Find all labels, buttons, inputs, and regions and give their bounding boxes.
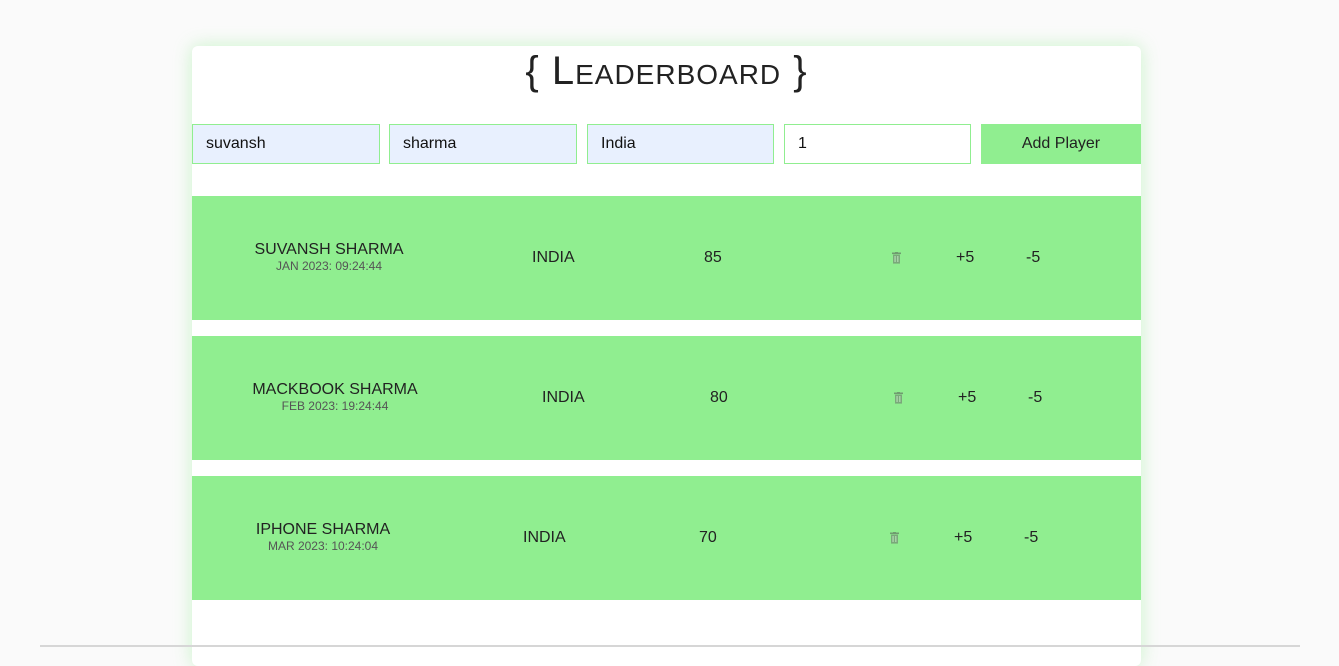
- decrease-score-button[interactable]: -5: [1028, 389, 1042, 407]
- player-date: MAR 2023: 10:24:04: [267, 539, 379, 553]
- first-name-input[interactable]: [192, 124, 380, 164]
- trash-icon[interactable]: [894, 392, 903, 404]
- increase-score-button[interactable]: +5: [956, 249, 974, 267]
- player-name-block: MACKBOOK SHARMA FEB 2023: 19:24:44: [250, 381, 420, 413]
- player-country: INDIA: [532, 249, 575, 266]
- player-row: MACKBOOK SHARMA FEB 2023: 19:24:44 INDIA…: [192, 336, 1141, 460]
- player-row: IPHONE SHARMA MAR 2023: 10:24:04 INDIA 7…: [192, 476, 1141, 600]
- player-country: INDIA: [542, 389, 585, 406]
- add-player-button[interactable]: Add Player: [981, 124, 1141, 164]
- player-name: MACKBOOK SHARMA: [252, 381, 418, 398]
- player-name-block: SUVANSH SHARMA JAN 2023: 09:24:44: [254, 241, 404, 273]
- trash-icon[interactable]: [892, 252, 901, 264]
- decrease-score-button[interactable]: -5: [1024, 529, 1038, 547]
- increase-score-button[interactable]: +5: [954, 529, 972, 547]
- increase-score-button[interactable]: +5: [958, 389, 976, 407]
- trash-icon[interactable]: [890, 532, 899, 544]
- player-row: SUVANSH SHARMA JAN 2023: 09:24:44 INDIA …: [192, 196, 1141, 320]
- player-date: JAN 2023: 09:24:44: [275, 259, 383, 273]
- last-name-input[interactable]: [389, 124, 577, 164]
- country-input[interactable]: [587, 124, 774, 164]
- decrease-score-button[interactable]: -5: [1026, 249, 1040, 267]
- player-name: SUVANSH SHARMA: [254, 241, 404, 258]
- add-player-form: Add Player: [192, 124, 1141, 164]
- player-name-block: IPHONE SHARMA MAR 2023: 10:24:04: [248, 521, 398, 553]
- player-name: IPHONE SHARMA: [255, 521, 391, 538]
- player-date: FEB 2023: 19:24:44: [281, 399, 389, 413]
- player-country: INDIA: [523, 529, 566, 546]
- player-score: 70: [699, 529, 717, 546]
- page-title: { Leaderboard }: [525, 49, 808, 93]
- score-input[interactable]: [784, 124, 971, 164]
- leaderboard-card: { Leaderboard } Add Player SUVANSH SHARM…: [192, 46, 1141, 666]
- player-score: 80: [710, 389, 728, 406]
- player-score: 85: [704, 249, 722, 266]
